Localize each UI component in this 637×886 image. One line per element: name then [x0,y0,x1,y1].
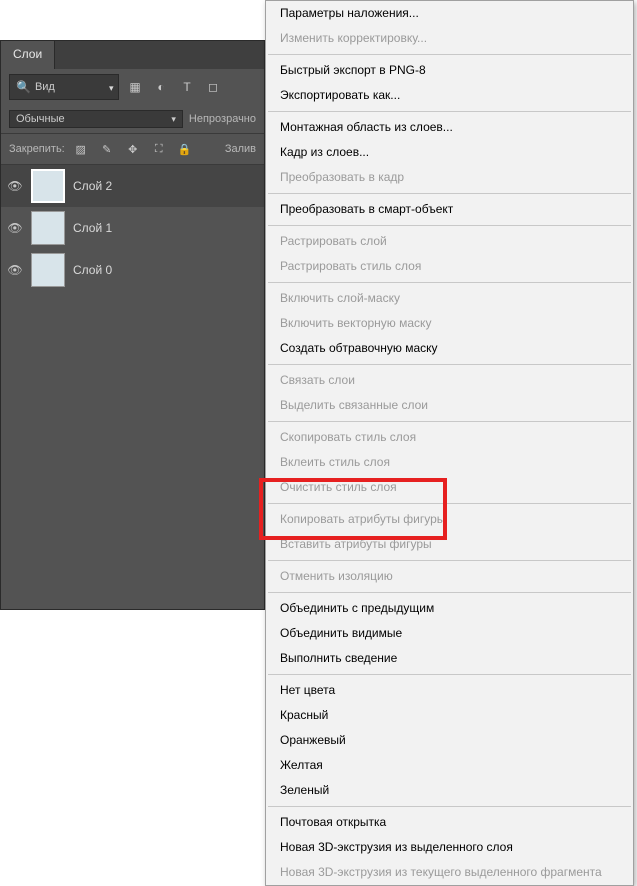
layer-row[interactable]: 👁 Слой 1 [1,207,264,249]
menu-item[interactable]: Преобразовать в смарт-объект [266,197,633,222]
menu-separator [268,806,631,807]
menu-item[interactable]: Объединить с предыдущим [266,596,633,621]
menu-item: Очистить стиль слоя [266,475,633,500]
menu-item: Включить слой-маску [266,286,633,311]
visibility-eye-icon[interactable]: 👁 [7,221,23,235]
layer-thumbnail[interactable] [31,211,65,245]
menu-item: Вклеить стиль слоя [266,450,633,475]
visibility-eye-icon[interactable]: 👁 [7,263,23,277]
menu-item: Преобразовать в кадр [266,165,633,190]
menu-separator [268,364,631,365]
menu-separator [268,111,631,112]
menu-item[interactable]: Кадр из слоев... [266,140,633,165]
blend-row: Обычные Непрозрачно [1,105,264,133]
menu-item[interactable]: Параметры наложения... [266,1,633,26]
layer-row[interactable]: 👁 Слой 2 [1,165,264,207]
menu-item: Отменить изоляцию [266,564,633,589]
menu-item[interactable]: Экспортировать как... [266,83,633,108]
menu-separator [268,225,631,226]
fill-label: Залив [225,143,256,155]
menu-item: Растрировать стиль слоя [266,254,633,279]
menu-item: Новая 3D-экструзия из текущего выделенно… [266,860,633,885]
layer-row[interactable]: 👁 Слой 0 [1,249,264,291]
layer-name-label[interactable]: Слой 0 [73,263,112,277]
tab-layers[interactable]: Слои [1,41,55,69]
layer-name-label[interactable]: Слой 1 [73,221,112,235]
filter-input[interactable] [35,81,105,93]
layer-name-label[interactable]: Слой 2 [73,179,112,193]
menu-item[interactable]: Оранжевый [266,728,633,753]
menu-item[interactable]: Зеленый [266,778,633,803]
menu-item: Выделить связанные слои [266,393,633,418]
lock-transparency-icon[interactable]: ▨ [71,139,91,159]
lock-brush-icon[interactable]: ✎ [97,139,117,159]
blend-mode-value: Обычные [16,113,65,125]
lock-all-icon[interactable]: 🔒 [175,139,195,159]
menu-item[interactable]: Создать обтравочную маску [266,336,633,361]
menu-separator [268,421,631,422]
menu-item[interactable]: Желтая [266,753,633,778]
filter-pixel-icon[interactable]: ▦ [125,77,145,97]
menu-item: Растрировать слой [266,229,633,254]
layer-list: 👁 Слой 2 👁 Слой 1 👁 Слой 0 [1,165,264,291]
filter-shape-icon[interactable]: ◻ [203,77,223,97]
menu-separator [268,674,631,675]
menu-item[interactable]: Нет цвета [266,678,633,703]
menu-item[interactable]: Красный [266,703,633,728]
menu-item: Включить векторную маску [266,311,633,336]
menu-separator [268,560,631,561]
menu-item[interactable]: Почтовая открытка [266,810,633,835]
layer-filter-dropdown[interactable]: 🔍 [9,74,119,100]
menu-item: Копировать атрибуты фигуры [266,507,633,532]
menu-separator [268,193,631,194]
lock-row: Закрепить: ▨ ✎ ✥ ⛶ 🔒 Залив [1,133,264,165]
filter-adjust-icon[interactable]: ◐ [151,77,171,97]
chevron-down-icon [171,113,176,125]
filter-row: 🔍 ▦ ◐ T ◻ [1,69,264,105]
menu-item[interactable]: Новая 3D-экструзия из выделенного слоя [266,835,633,860]
menu-item: Вставить атрибуты фигуры [266,532,633,557]
menu-item[interactable]: Объединить видимые [266,621,633,646]
menu-item[interactable]: Монтажная область из слоев... [266,115,633,140]
lock-position-icon[interactable]: ✥ [123,139,143,159]
menu-item[interactable]: Выполнить сведение [266,646,633,671]
lock-label: Закрепить: [9,143,65,155]
opacity-label: Непрозрачно [189,113,256,125]
menu-item: Изменить корректировку... [266,26,633,51]
chevron-down-icon [109,80,114,94]
layer-thumbnail[interactable] [31,169,65,203]
blend-mode-select[interactable]: Обычные [9,110,183,128]
lock-artboard-icon[interactable]: ⛶ [149,139,169,159]
menu-item: Связать слои [266,368,633,393]
layer-context-menu: Параметры наложения...Изменить корректир… [265,0,634,886]
menu-separator [268,503,631,504]
menu-separator [268,54,631,55]
menu-separator [268,592,631,593]
layers-panel: Слои 🔍 ▦ ◐ T ◻ Обычные Непрозрачно Закре… [0,40,265,610]
menu-item[interactable]: Быстрый экспорт в PNG-8 [266,58,633,83]
panel-tabs: Слои [1,41,264,69]
menu-item: Скопировать стиль слоя [266,425,633,450]
menu-separator [268,282,631,283]
layer-thumbnail[interactable] [31,253,65,287]
search-icon: 🔍 [16,77,31,97]
visibility-eye-icon[interactable]: 👁 [7,179,23,193]
filter-type-icon[interactable]: T [177,77,197,97]
